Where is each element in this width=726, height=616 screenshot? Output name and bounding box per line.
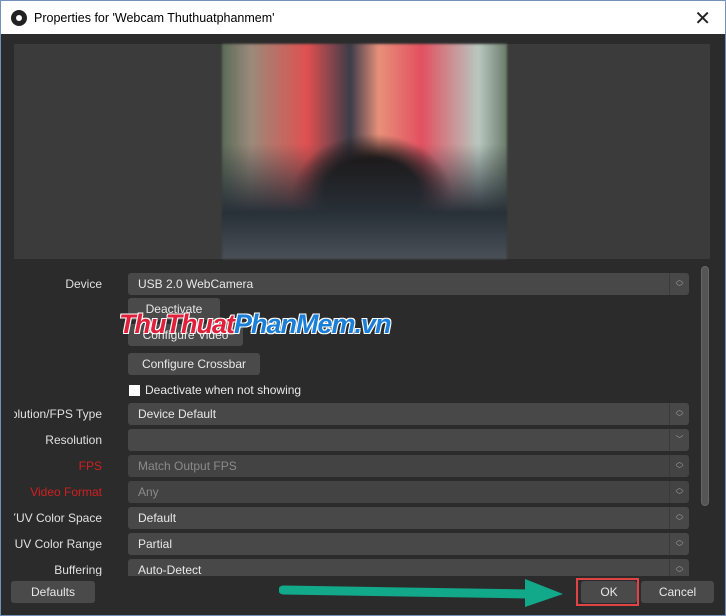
spin-arrows-icon: ︿ ﹀ xyxy=(669,481,689,503)
field-label: Video Format xyxy=(30,485,102,499)
field-label: YUV Color Range xyxy=(14,537,102,551)
field-row: Resolution/FPS Type Device Default ︿﹀ xyxy=(14,403,690,425)
spin-arrows-icon: ︿ ﹀ xyxy=(669,403,689,425)
deactivate-when-not-showing-checkbox[interactable]: Deactivate when not showing xyxy=(129,383,301,397)
chevron-down-icon: ﹀ xyxy=(669,429,689,451)
field-row: YUV Color Space Default ︿ ﹀ xyxy=(14,507,690,529)
field-row: FPS Match Output FPS ︿ ﹀ xyxy=(14,455,690,477)
spin-arrows-icon: ︿ ﹀ xyxy=(669,533,689,555)
field-value: Any xyxy=(138,485,159,499)
preview-area xyxy=(14,44,710,259)
device-label: Device xyxy=(65,277,102,291)
dialog-title: Properties for 'Webcam Thuthuatphanmem' xyxy=(34,10,275,25)
ok-highlight-box xyxy=(576,578,639,606)
field-label: Resolution/FPS Type xyxy=(14,407,102,421)
field-value: Partial xyxy=(138,537,173,551)
field-row: Buffering Auto-Detect ︿ ﹀ xyxy=(14,559,690,576)
field-value: Default xyxy=(138,511,177,525)
scrollbar[interactable] xyxy=(701,266,709,506)
device-select[interactable]: USB 2.0 WebCamera ︿ ﹀ xyxy=(128,273,689,295)
field-label: Buffering xyxy=(54,563,102,576)
field-label: Resolution xyxy=(45,433,102,447)
spin-arrows-icon: ︿ ﹀ xyxy=(669,507,689,529)
device-row: Device USB 2.0 WebCamera ︿ ﹀ xyxy=(14,273,690,295)
properties-dialog: Properties for 'Webcam Thuthuatphanmem' … xyxy=(0,0,726,616)
video-format-select[interactable]: Any ︿ ﹀ xyxy=(128,481,689,503)
webcam-preview xyxy=(222,44,507,259)
title-bar: Properties for 'Webcam Thuthuatphanmem' … xyxy=(1,1,725,34)
field-row: YUV Color Range Partial ︿ ﹀ xyxy=(14,533,690,555)
field-row: Video Format Any ︿ ﹀ xyxy=(14,481,690,503)
close-icon[interactable]: ✕ xyxy=(694,6,711,31)
obs-logo-icon xyxy=(11,9,27,26)
yuv-color-range-select[interactable]: Partial ︿ ﹀ xyxy=(128,533,689,555)
configure-crossbar-button[interactable]: Configure Crossbar xyxy=(128,353,260,375)
device-value: USB 2.0 WebCamera xyxy=(138,277,254,291)
spin-arrows-icon: ︿ ﹀ xyxy=(669,455,689,477)
field-row: Resolution ﹀ xyxy=(14,429,690,451)
spin-arrows-icon: ︿ ﹀ xyxy=(669,559,689,576)
field-value: Match Output FPS xyxy=(138,459,237,473)
field-value: Device Default xyxy=(138,407,217,421)
cancel-button[interactable]: Cancel xyxy=(641,581,714,603)
checkbox-box[interactable] xyxy=(129,384,140,396)
watermark-logo: ThuThuatPhanMem.vn xyxy=(119,309,392,339)
field-value: Auto-Detect xyxy=(138,563,202,576)
checkbox-label: Deactivate when not showing xyxy=(145,383,302,397)
resolution-select[interactable]: ﹀ xyxy=(128,429,689,451)
buffering-select[interactable]: Auto-Detect ︿ ﹀ xyxy=(128,559,689,576)
green-arrow-icon xyxy=(279,579,563,607)
yuv-color-space-select[interactable]: Default ︿ ﹀ xyxy=(128,507,689,529)
defaults-button[interactable]: Defaults xyxy=(11,581,95,603)
resolution-fps-type-select[interactable]: Device Default ︿ ﹀ xyxy=(128,403,689,425)
spin-arrows-icon: ︿ ﹀ xyxy=(669,273,689,295)
field-label: YUV Color Space xyxy=(14,511,102,525)
fps-select[interactable]: Match Output FPS ︿ ﹀ xyxy=(128,455,689,477)
field-label: FPS xyxy=(78,459,102,473)
